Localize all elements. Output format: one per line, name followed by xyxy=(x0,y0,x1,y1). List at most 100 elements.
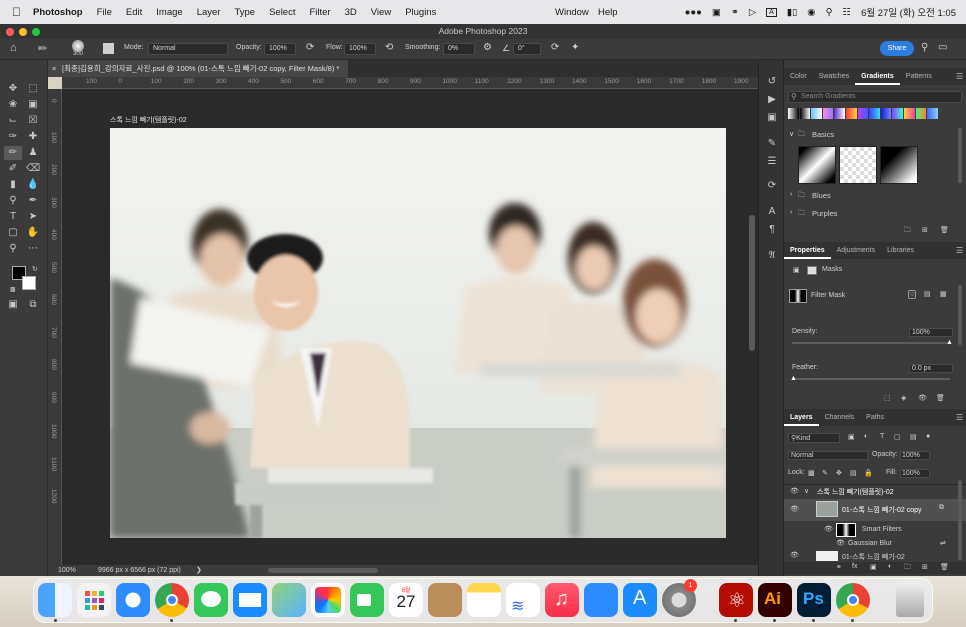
properties-panel-menu-icon[interactable]: ☰ xyxy=(956,246,963,255)
music-icon[interactable]: ♫ xyxy=(545,583,579,617)
recent-gradient-swatch[interactable] xyxy=(788,108,799,119)
brush-tool-icon[interactable]: ✏ xyxy=(4,146,22,160)
quick-mask-icon[interactable]: ▣ xyxy=(6,298,20,312)
history-brush-tool-icon[interactable]: ✐ xyxy=(6,162,20,176)
zoom-level[interactable]: 100% xyxy=(58,565,76,576)
new-group-folder-icon[interactable]: 🗀 xyxy=(904,563,911,574)
eraser-tool-icon[interactable]: ⌫ xyxy=(26,162,40,176)
move-tool-icon[interactable]: ✥ xyxy=(6,82,20,96)
frame-tool-icon[interactable]: ☒ xyxy=(26,114,40,128)
system-settings-icon[interactable]: 1 xyxy=(662,579,697,617)
menu-layer[interactable]: Layer xyxy=(197,7,221,18)
battery-icon[interactable]: ▮▯ xyxy=(787,7,797,18)
menu-view[interactable]: View xyxy=(371,7,391,18)
airbrush-icon[interactable]: ⟲ xyxy=(385,42,393,53)
maps-icon[interactable] xyxy=(272,583,306,617)
menu-plugins[interactable]: Plugins xyxy=(405,7,436,18)
density-input[interactable]: 100% xyxy=(909,328,953,337)
actions-panel-icon[interactable]: ▶ xyxy=(766,94,778,106)
character-panel-icon[interactable]: A xyxy=(766,206,778,218)
chrome-alt-icon[interactable] xyxy=(836,583,870,617)
brush-settings-icon[interactable] xyxy=(103,43,114,54)
gradient-tool-icon[interactable]: ▮ xyxy=(6,178,20,192)
visibility-eye-icon[interactable]: 👁 xyxy=(824,525,833,533)
search-gradients-field[interactable]: ⚲ Search Gradients xyxy=(788,91,962,103)
status-menu-arrow-icon[interactable]: ❯ xyxy=(196,565,202,576)
invert-icon[interactable]: ◈ xyxy=(901,394,906,402)
glyphs-panel-icon[interactable]: 𝔄 xyxy=(766,250,778,262)
tab-properties[interactable]: Properties xyxy=(784,242,831,259)
apple-icon[interactable]:  xyxy=(12,5,21,19)
mail-icon[interactable] xyxy=(233,583,267,617)
feather-slider[interactable]: ▲ xyxy=(790,375,950,382)
trash-icon[interactable] xyxy=(896,583,924,617)
layer-row-selected[interactable]: 👁 01-스톡 느낌 빼기-02 copy ⧉ xyxy=(784,499,966,521)
horizontal-scroll-thumb[interactable] xyxy=(268,568,378,573)
menu-help[interactable]: Help xyxy=(598,7,618,18)
new-group-folder-icon[interactable]: 🗀 xyxy=(904,226,911,237)
add-vector-mask-icon[interactable]: ▦ xyxy=(940,290,947,298)
recent-gradient-swatch[interactable] xyxy=(869,108,880,119)
brush-settings-panel-icon[interactable]: ✎ xyxy=(766,138,778,150)
filter-shape-icon[interactable]: ▢ xyxy=(894,433,901,441)
notes-icon[interactable] xyxy=(467,583,501,617)
default-colors-icon[interactable]: ▩ xyxy=(10,286,16,293)
chrome-icon[interactable] xyxy=(155,583,189,617)
lock-image-icon[interactable]: ✎ xyxy=(822,469,828,477)
apply-mask-icon[interactable]: ▤ xyxy=(924,290,931,298)
filter-mask-thumbnail-small[interactable] xyxy=(836,523,856,537)
density-slider[interactable]: ▲ xyxy=(792,339,953,346)
screen-mode-icon[interactable]: ⧉ xyxy=(26,298,40,312)
canvas-vertical-scrollbar[interactable] xyxy=(746,89,758,565)
feather-slider-thumb[interactable]: ▲ xyxy=(790,375,797,382)
filter-mask-thumbnail[interactable] xyxy=(789,289,807,303)
document-tab[interactable]: × [최종]김용희_강의자료_사진.psd @ 100% (01-스톡 느낌 빼… xyxy=(48,60,348,77)
delete-gradient-icon[interactable]: 🗑 xyxy=(940,226,949,234)
lock-artboard-icon[interactable]: ▤ xyxy=(850,469,857,477)
safari-icon[interactable] xyxy=(116,583,150,617)
smoothing-input[interactable]: 0% xyxy=(443,43,475,55)
recent-gradient-swatch[interactable] xyxy=(880,108,892,119)
new-gradient-icon[interactable]: ⊞ xyxy=(922,226,928,234)
clone-stamp-tool-icon[interactable]: ♟ xyxy=(26,146,40,160)
smart-object-thumbnail[interactable] xyxy=(816,501,838,517)
filter-blending-options-icon[interactable]: ⇌ xyxy=(940,539,946,547)
finder-icon[interactable] xyxy=(38,583,72,617)
visibility-eye-icon[interactable]: 👁 xyxy=(836,539,845,547)
history-panel-icon[interactable]: ↺ xyxy=(766,76,778,88)
photoshop-icon[interactable]: Ps xyxy=(797,583,831,617)
artboard-label[interactable]: 스톡 느낌 빼기(템플릿)-02 xyxy=(110,115,187,125)
dodge-tool-icon[interactable]: ⚲ xyxy=(6,194,20,208)
pen-tool-icon[interactable]: ✒ xyxy=(26,194,40,208)
select-mask-icon[interactable]: ○ xyxy=(908,290,917,299)
pressure-size-icon[interactable]: ⟳ xyxy=(551,42,559,53)
menu-file[interactable]: File xyxy=(97,7,112,18)
spotlight-icon[interactable]: ⚲ xyxy=(826,7,833,18)
type-tool-icon[interactable]: T xyxy=(6,210,20,224)
layer-fill-input[interactable]: 100% xyxy=(900,469,930,478)
object-selection-tool-icon[interactable]: ▣ xyxy=(26,98,40,112)
home-icon[interactable]: ⌂ xyxy=(10,42,17,54)
menubar-datetime[interactable]: 6월 27일 (화) 오전 1:05 xyxy=(861,5,956,19)
facetime-icon[interactable] xyxy=(350,583,384,617)
lasso-tool-icon[interactable]: ❀ xyxy=(6,98,20,112)
filter-pixel-icon[interactable]: ▣ xyxy=(848,433,855,441)
mode-select[interactable]: Normal xyxy=(148,43,228,55)
menu-type[interactable]: Type xyxy=(234,7,255,18)
close-tab-icon[interactable]: × xyxy=(52,60,56,77)
tab-layers[interactable]: Layers xyxy=(784,409,819,426)
layer-style-fx-icon[interactable]: fx xyxy=(852,563,857,570)
illustrator-icon[interactable]: Ai xyxy=(758,583,792,617)
delete-mask-icon[interactable]: 🗑 xyxy=(936,394,945,402)
lock-all-icon[interactable]: 🔒 xyxy=(864,469,873,477)
lock-position-icon[interactable]: ✥ xyxy=(836,469,842,477)
recent-gradient-swatch[interactable] xyxy=(892,108,904,119)
workspace-icon[interactable]: ▭ xyxy=(938,42,947,53)
freeform-icon[interactable]: ≋ xyxy=(506,583,540,617)
recent-gradient-swatch[interactable] xyxy=(811,108,822,119)
lock-transparent-icon[interactable]: ▩ xyxy=(808,469,815,477)
zoom-tool-icon[interactable]: ⚲ xyxy=(6,242,20,256)
layers-scrollbar[interactable] xyxy=(958,480,962,560)
recent-gradient-swatch[interactable] xyxy=(834,108,846,119)
tab-patterns[interactable]: Patterns xyxy=(900,68,938,85)
